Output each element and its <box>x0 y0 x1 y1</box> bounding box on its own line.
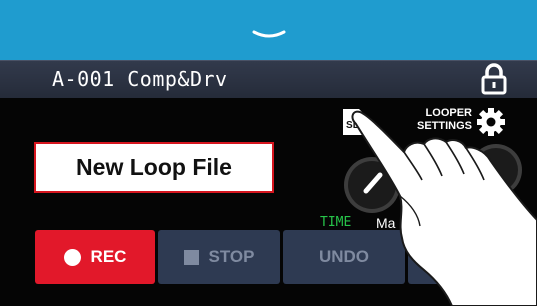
undo-label: UNDO <box>318 247 370 266</box>
looper-screen: A-001 Comp&Drv SD LOOPER SETTINGS New Lo… <box>0 0 537 306</box>
looper-settings-line1: LOOPER <box>425 107 472 119</box>
record-icon <box>63 248 81 266</box>
rec-button[interactable]: REC <box>35 230 155 284</box>
new-loop-file-button[interactable]: New Loop File <box>34 142 274 193</box>
undo-button[interactable]: UNDO <box>283 230 405 284</box>
patch-name: A-001 Comp&Drv <box>52 67 228 91</box>
mark-knob-label: Ma <box>376 215 396 231</box>
time-knob-label: TIME <box>320 215 352 230</box>
lock-icon[interactable] <box>480 62 508 96</box>
time-knob[interactable] <box>340 154 404 216</box>
stop-icon <box>183 249 199 265</box>
stop-button[interactable]: STOP <box>158 230 280 284</box>
drawer-handle-bar[interactable] <box>0 0 537 60</box>
looper-settings-line2: SETTINGS <box>416 120 472 132</box>
clear-label: CLEA <box>449 247 496 266</box>
sd-label: SD <box>346 120 360 131</box>
gear-icon[interactable] <box>476 107 506 137</box>
rec-label: REC <box>90 247 127 266</box>
sd-card-icon[interactable]: SD <box>342 108 366 136</box>
chevron-down-icon[interactable] <box>252 30 286 40</box>
stop-label: STOP <box>208 247 255 266</box>
mix-knob[interactable] <box>468 140 528 200</box>
clear-button[interactable]: CLEA <box>408 230 537 284</box>
patch-header: A-001 Comp&Drv <box>0 60 537 98</box>
looper-work-area: SD LOOPER SETTINGS New Loop File TIME Ma… <box>0 98 537 306</box>
looper-settings-label[interactable]: LOOPER SETTINGS <box>398 107 472 133</box>
